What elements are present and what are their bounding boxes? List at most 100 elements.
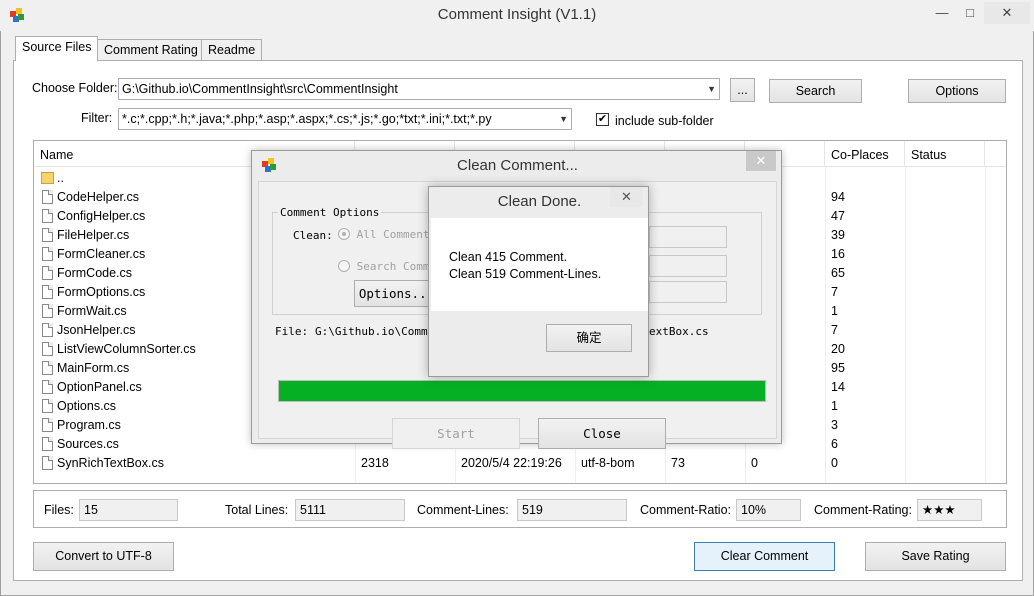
cell-name: SynRichTextBox.cs — [57, 456, 164, 470]
comment-rating-label: Comment-Rating: — [814, 503, 912, 517]
comment-rating-field[interactable]: ★★★ — [917, 499, 982, 521]
tab-readme[interactable]: Readme — [201, 39, 263, 60]
clean-dialog-title: Clean Comment... — [457, 157, 578, 174]
cell-co-places: 39 — [831, 228, 845, 242]
list-cell: 47 — [825, 207, 905, 226]
file-icon — [42, 380, 53, 394]
radio-all-comment-label: All Comment — [356, 228, 430, 241]
file-icon — [42, 190, 53, 204]
filter-label: Filter: — [81, 111, 113, 125]
filter-value: *.c;*.cpp;*.h;*.java;*.php;*.asp;*.aspx;… — [122, 112, 492, 126]
done-message-line1: Clean 415 Comment. — [449, 250, 568, 264]
cell-name: ConfigHelper.cs — [57, 209, 146, 223]
chevron-down-icon[interactable]: ▼ — [559, 109, 568, 129]
cell-name: .. — [57, 171, 64, 185]
file-icon — [42, 228, 53, 242]
list-cell: 2020/5/4 22:19:26 — [455, 454, 575, 473]
maximize-icon[interactable]: □ — [956, 2, 984, 24]
options-button[interactable]: Options — [908, 79, 1006, 103]
comment-ratio-field[interactable]: 10% — [736, 499, 801, 521]
list-cell: 65 — [825, 264, 905, 283]
cell-lines: 73 — [671, 456, 685, 470]
radio-all-comment-dot[interactable] — [338, 228, 350, 240]
list-cell: 16 — [825, 245, 905, 264]
chevron-down-icon[interactable]: ▼ — [707, 79, 716, 99]
clear-comment-button[interactable]: Clear Comment — [694, 542, 835, 571]
list-cell: 39 — [825, 226, 905, 245]
save-rating-button[interactable]: Save Rating — [865, 542, 1006, 571]
cell-name: OptionPanel.cs — [57, 380, 142, 394]
list-cell: 7 — [825, 321, 905, 340]
option-field-2 — [649, 255, 727, 277]
folder-icon — [41, 172, 54, 184]
radio-search-comment-dot[interactable] — [338, 260, 350, 272]
list-cell: 6 — [825, 435, 905, 454]
cell-co-places: 14 — [831, 380, 845, 394]
list-cell: 0 — [825, 454, 905, 473]
file-icon — [42, 323, 53, 337]
column-header-co-places[interactable]: Co-Places — [825, 141, 905, 167]
cell-name: JsonHelper.cs — [57, 323, 136, 337]
clean-options-button[interactable]: Options... — [354, 280, 439, 307]
close-icon[interactable]: ✕ — [746, 151, 776, 171]
cell-co-places: 6 — [831, 437, 838, 451]
start-button[interactable]: Start — [392, 418, 520, 449]
cell-co-places: 7 — [831, 323, 838, 337]
option-field-3 — [649, 281, 727, 303]
cell-co-places: 94 — [831, 190, 845, 204]
total-lines-field[interactable]: 5111 — [295, 499, 405, 521]
close-button[interactable]: Close — [538, 418, 666, 449]
file-icon — [42, 456, 53, 470]
comment-lines-field[interactable]: 519 — [517, 499, 627, 521]
cell-name: FileHelper.cs — [57, 228, 130, 242]
close-window-icon[interactable]: ✕ — [984, 2, 1030, 24]
files-count-field[interactable]: 15 — [79, 499, 178, 521]
cell-name: FormCleaner.cs — [57, 247, 146, 261]
cell-name: ListViewColumnSorter.cs — [57, 342, 196, 356]
file-label: File: — [275, 325, 309, 338]
ok-button[interactable]: 确定 — [546, 324, 632, 352]
filter-combobox[interactable]: *.c;*.cpp;*.h;*.java;*.php;*.asp;*.aspx;… — [118, 108, 572, 130]
cell-name: Options.cs — [57, 399, 117, 413]
list-cell: 94 — [825, 188, 905, 207]
list-cell: 20 — [825, 340, 905, 359]
cell-co-places: 20 — [831, 342, 845, 356]
file-path-tail-text: extBox.cs — [649, 325, 709, 338]
minimize-icon[interactable]: — — [928, 2, 956, 24]
file-icon — [42, 285, 53, 299]
list-cell — [825, 169, 905, 188]
column-header-status[interactable]: Status — [905, 141, 985, 167]
list-item[interactable]: SynRichTextBox.cs 2318 2020/5/4 22:19:26 ut… — [34, 454, 1006, 473]
tab-comment-rating[interactable]: Comment Rating — [97, 39, 205, 60]
convert-utf8-button[interactable]: Convert to UTF-8 — [33, 542, 174, 571]
choose-folder-label: Choose Folder: — [32, 81, 118, 95]
include-subfolder-label: include sub-folder — [615, 114, 714, 128]
tab-source-files[interactable]: Source Files — [15, 36, 99, 61]
list-cell: 0 — [745, 454, 825, 473]
cell-size: 2318 — [361, 456, 389, 470]
list-cell: 1 — [825, 397, 905, 416]
browse-button[interactable]: ... — [730, 78, 755, 102]
clean-label: Clean: — [293, 229, 333, 242]
folder-combobox[interactable]: G:\Github.io\CommentInsight\src\CommentI… — [118, 78, 720, 100]
radio-all-comment[interactable]: All Comment — [338, 228, 429, 241]
cell-name: FormWait.cs — [57, 304, 127, 318]
close-icon[interactable]: ✕ — [610, 187, 643, 207]
cell-co-places: 7 — [831, 285, 838, 299]
file-icon — [42, 399, 53, 413]
comment-ratio-label: Comment-Ratio: — [640, 503, 731, 517]
radio-search-comment[interactable]: Search Commen — [338, 260, 443, 273]
file-icon — [42, 418, 53, 432]
option-field-1 — [649, 226, 727, 248]
search-button[interactable]: Search — [769, 79, 862, 103]
cell-co-places: 16 — [831, 247, 845, 261]
file-path-text: G:\Github.io\Commen — [315, 325, 441, 338]
list-cell: 1 — [825, 302, 905, 321]
cell-co-places: 65 — [831, 266, 845, 280]
cell-name: CodeHelper.cs — [57, 190, 139, 204]
include-subfolder-checkbox[interactable]: ✔ — [596, 113, 609, 126]
list-cell: 95 — [825, 359, 905, 378]
cell-encoding: utf-8-bom — [581, 456, 635, 470]
file-icon — [42, 437, 53, 451]
cell-name: Program.cs — [57, 418, 121, 432]
